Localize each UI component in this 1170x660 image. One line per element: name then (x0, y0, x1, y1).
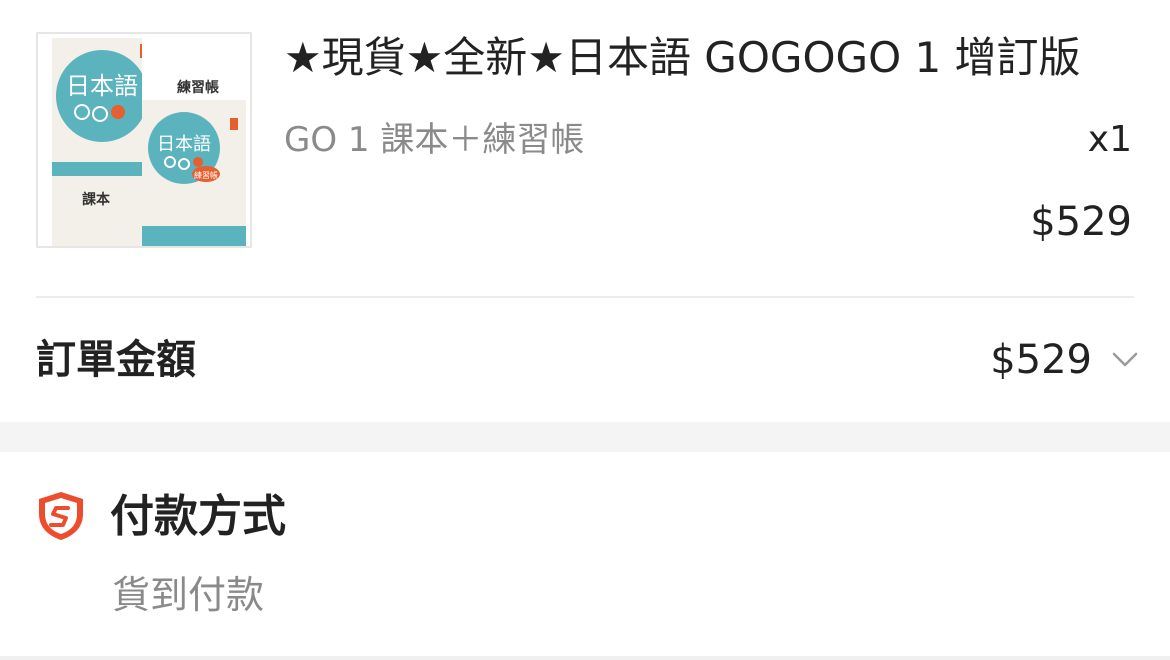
payment-title: 付款方式 (110, 491, 286, 542)
payment-section[interactable]: 付款方式 貨到付款 (0, 452, 1170, 660)
product-quantity: x1 (1087, 119, 1132, 160)
workbook-cover-title: 日本語 (157, 134, 211, 155)
cover-title-text: 日本語 (66, 72, 138, 100)
textbook-label: 課本 (82, 191, 111, 208)
payment-method[interactable]: 貨到付款 (112, 568, 264, 622)
order-item[interactable]: 日本語 課本 練習帳 日本語 練習帳 ★現貨★全新★日本語 GOGOGO 1 增… (0, 0, 1170, 298)
bottom-divider (0, 656, 1170, 660)
product-variant: GO 1 課本＋練習帳 (284, 120, 585, 160)
chevron-down-icon[interactable] (1110, 348, 1140, 372)
product-thumbnail[interactable]: 日本語 課本 練習帳 日本語 練習帳 (36, 32, 252, 248)
order-total-label: 訂單金額 (36, 337, 196, 383)
product-price: $529 (1030, 199, 1132, 245)
product-title[interactable]: ★現貨★全新★日本語 GOGOGO 1 增訂版 (284, 30, 1081, 86)
shield-icon (39, 492, 83, 540)
order-total-row[interactable]: 訂單金額 $529 (0, 298, 1170, 422)
section-separator (0, 422, 1170, 452)
workbook-label: 練習帳 (177, 79, 219, 96)
workbook-badge: 練習帳 (194, 170, 218, 180)
book-cover-image: 日本語 課本 練習帳 日本語 練習帳 (52, 36, 250, 246)
order-total-amount: $529 (990, 337, 1092, 383)
